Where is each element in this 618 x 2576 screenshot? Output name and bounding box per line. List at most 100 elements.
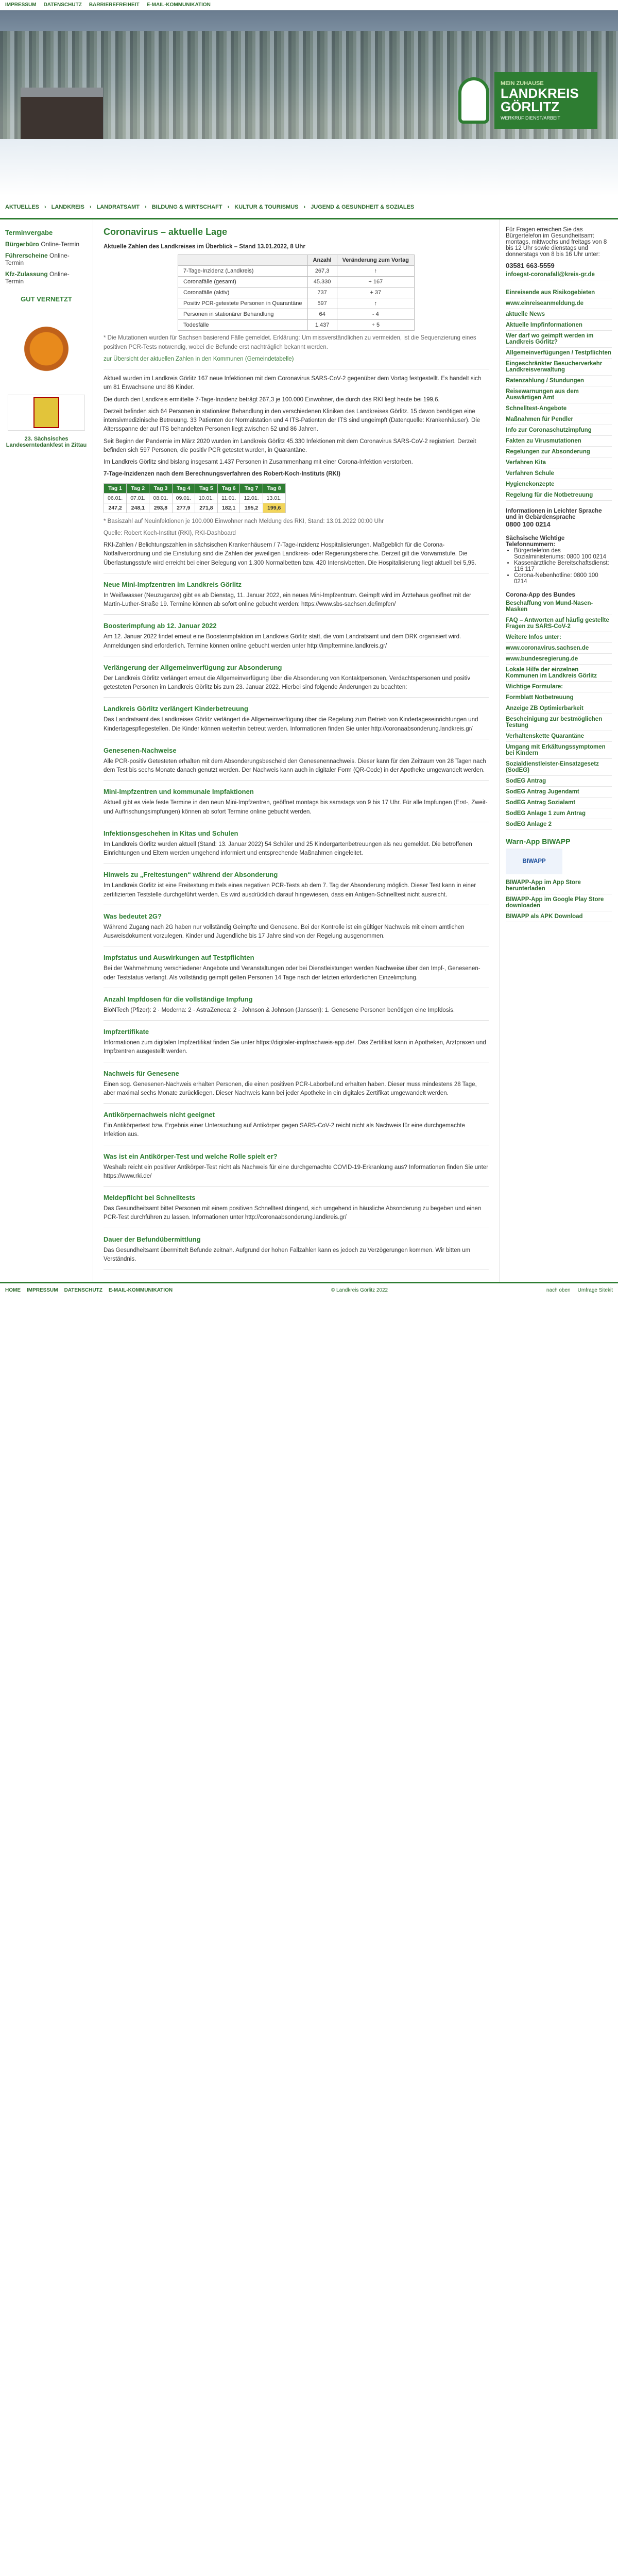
sidebar-link[interactable]: www.bundesregierung.de: [506, 654, 612, 665]
logo-line2: LANDKREIS: [501, 86, 579, 101]
sidebar-link[interactable]: Einreisende aus Risikogebieten: [506, 287, 612, 298]
sidebar-link[interactable]: www.einreiseanmeldung.de: [506, 298, 612, 309]
link-fuehrerscheine[interactable]: Führerscheine Online-Termin: [5, 252, 88, 266]
sidebar-link[interactable]: Sozialdienstleister-Einsatzgesetz (SodEG…: [506, 759, 612, 776]
sidebar-link[interactable]: Verfahren Kita: [506, 457, 612, 468]
sidebar-link[interactable]: SodEG Anlage 2: [506, 819, 612, 830]
topnav-email[interactable]: E-MAIL-KOMMUNIKATION: [147, 2, 211, 8]
sidebar-link[interactable]: Maßnahmen für Pendler: [506, 414, 612, 425]
hotline-title: Sächsische Wichtige Telefonnummern:: [506, 535, 565, 548]
landkreis-logo[interactable]: MEIN ZUHAUSE LANDKREIS GÖRLITZ WERKRUF D…: [494, 72, 597, 129]
gut-vernetzt-title: GUT VERNETZT: [21, 295, 72, 303]
divider: [104, 1020, 489, 1021]
sidebar-link[interactable]: Schnelltest-Angebote: [506, 403, 612, 414]
nav-aktuelles[interactable]: AKTUELLES: [5, 204, 39, 210]
sidebar-link[interactable]: SodEG Anlage 1 zum Antrag: [506, 808, 612, 819]
nav-landratsamt[interactable]: LANDRATSAMT: [97, 204, 140, 210]
table-note: * Die Mutationen wurden für Sachsen basi…: [104, 335, 476, 350]
section-text: BioNTech (Pfizer): 2 · Moderna: 2 · Astr…: [104, 1007, 455, 1013]
paragraph: Derzeit befinden sich 64 Personen in sta…: [104, 408, 480, 433]
divider: [104, 1103, 489, 1104]
sidebar-link[interactable]: Wichtige Formulare:: [506, 682, 612, 692]
inzidenz-table: Tag 1 Tag 2 Tag 3 Tag 4 Tag 5 Tag 6 Tag 7 Tag 8…: [103, 483, 286, 513]
section-heading: Verlängerung der Allgemeinverfügung zur …: [104, 663, 282, 671]
page-layout: Terminvergabe Bürgerbüro Online-Termin F…: [0, 219, 618, 1282]
sidebar-link[interactable]: Reisewarnungen aus dem Auswärtigen Amt: [506, 386, 612, 403]
sidebar-link[interactable]: Aktuelle Impfinformationen: [506, 320, 612, 331]
section-text: Alle PCR-positiv Getesteten erhalten mit…: [104, 758, 486, 773]
logo-icon: [458, 77, 489, 124]
sidebar-link[interactable]: Weitere Infos unter:: [506, 632, 612, 643]
nav-jugend[interactable]: JUGEND & GESUNDHEIT & SOZIALES: [311, 204, 414, 210]
biwapp-appstore-link[interactable]: BIWAPP-App im App Store herunterladen: [506, 877, 612, 894]
section-heading: Was ist ein Antikörper-Test und welche R…: [104, 1152, 278, 1160]
topnav-barrierefreiheit[interactable]: BARRIEREFREIHEIT: [89, 2, 140, 8]
nav-landkreis[interactable]: LANDKREIS: [52, 204, 84, 210]
nav-kultur[interactable]: KULTUR & TOURISMUS: [234, 204, 298, 210]
sidebar-link[interactable]: SodEG Antrag Jugendamt: [506, 787, 612, 798]
topnav-impressum[interactable]: IMPRESSUM: [5, 2, 37, 8]
section-heading: Mini-Impfzentren und kommunale Impfaktio…: [104, 788, 254, 796]
sidebar-link[interactable]: Allgemeinverfügungen / Testpflichten: [506, 348, 612, 359]
section-text: Der Landkreis Görlitz verlängert erneut …: [104, 675, 471, 690]
section-text: Am 12. Januar 2022 findet erneut eine Bo…: [104, 634, 461, 649]
sidebar-link[interactable]: Eingeschränkter Besucherverkehr Landkrei…: [506, 359, 612, 376]
sidebar-link[interactable]: www.coronavirus.sachsen.de: [506, 643, 612, 654]
stats-table: Anzahl Veränderung zum Vortag 7-Tage-Inz…: [178, 255, 415, 331]
email-link[interactable]: infoegst-coronafall@kreis-gr.de: [506, 269, 612, 280]
divider: [104, 614, 489, 615]
erntedankfest-banner[interactable]: [8, 395, 85, 431]
sidebar-link[interactable]: Regelungen zur Absonderung: [506, 447, 612, 457]
hotline-item: Kassenärztliche Bereitschaftsdienst: 116…: [514, 560, 612, 572]
logo-line3: GÖRLITZ: [501, 99, 560, 114]
phone-number[interactable]: 03581 663-5559: [506, 262, 612, 269]
sidebar-link[interactable]: Bescheinigung zur bestmöglichen Testung: [506, 714, 612, 731]
footer-home[interactable]: HOME: [5, 1287, 21, 1293]
biwapp-apk-link[interactable]: BIWAPP als APK Download: [506, 911, 612, 922]
biwapp-playstore-link[interactable]: BIWAPP-App im Google Play Store download…: [506, 894, 612, 911]
sidebar-link[interactable]: Anzeige ZB Optimierbarkeit: [506, 703, 612, 714]
nav-bildung[interactable]: BILDUNG & WIRTSCHAFT: [152, 204, 222, 210]
link-kfz[interactable]: Kfz-Zulassung Online-Termin: [5, 270, 88, 285]
footer-email[interactable]: E-MAIL-KOMMUNIKATION: [109, 1287, 173, 1293]
sidebar-link[interactable]: Lokale Hilfe der einzelnen Kommunen im L…: [506, 665, 612, 682]
link-buergerbuero[interactable]: Bürgerbüro Online-Termin: [5, 241, 88, 248]
section-text: Informationen zum digitalen Impfzertifik…: [104, 1040, 486, 1055]
sidebar-link[interactable]: Fakten zu Virusmutationen: [506, 436, 612, 447]
sidebar-link[interactable]: Formblatt Notbetreuung: [506, 692, 612, 703]
sidebar-link[interactable]: Verfahren Schule: [506, 468, 612, 479]
sidebar-link[interactable]: Regelung für die Notbetreuung: [506, 490, 612, 501]
section-heading: Landkreis Görlitz verlängert Kinderbetre…: [104, 705, 248, 713]
top-nav: IMPRESSUM DATENSCHUTZ BARRIEREFREIHEIT E…: [0, 0, 618, 10]
section-text: Im Landkreis Görlitz wurden aktuell (Sta…: [104, 841, 472, 856]
section-text: Das Gesundheitsamt bittet Personen mit e…: [104, 1206, 482, 1221]
sidebar-link[interactable]: Beschaffung von Mund-Nasen-Masken: [506, 598, 612, 615]
info-phone[interactable]: 0800 100 0214: [506, 520, 612, 528]
section-text: Einen sog. Genesenen-Nachweis erhalten P…: [104, 1081, 477, 1096]
section-heading: Was bedeutet 2G?: [104, 912, 162, 920]
back-to-top-link[interactable]: nach oben: [546, 1287, 571, 1293]
sidebar-link[interactable]: SodEG Antrag: [506, 776, 612, 787]
sidebar-link[interactable]: SodEG Antrag Sozialamt: [506, 798, 612, 808]
survey-link[interactable]: Umfrage Sitekit: [578, 1287, 613, 1293]
section-heading: Hinweis zu „Freitestungen“ während der A…: [104, 871, 278, 879]
section-text: RKI-Zahlen / Belichtungszahlen in sächsi…: [104, 542, 476, 566]
topnav-datenschutz[interactable]: DATENSCHUTZ: [44, 2, 82, 8]
sidebar-link[interactable]: FAQ – Antworten auf häufig gestellte Fra…: [506, 615, 612, 632]
sidebar-link[interactable]: Umgang mit Erkältungssymptomen bei Kinde…: [506, 742, 612, 759]
erntedankfest-caption[interactable]: 23. Sächsisches Landeserntedankfest in Z…: [5, 436, 88, 448]
sidebar-link[interactable]: Verhaltenskette Quarantäne: [506, 731, 612, 742]
sidebar-link[interactable]: aktuelle News: [506, 309, 612, 320]
buergertelefon-intro: Für Fragen erreichen Sie das Bürgertelef…: [506, 227, 607, 258]
biwapp-logo[interactable]: BIWAPP: [506, 849, 562, 874]
sidebar-link[interactable]: Info zur Coronaschutzimpfung: [506, 425, 612, 436]
sidebar-link[interactable]: Wer darf wo geimpft werden im Landkreis …: [506, 331, 612, 348]
footer-datenschutz[interactable]: DATENSCHUTZ: [64, 1287, 102, 1293]
hotline-item: Bürgertelefon des Sozialministeriums: 08…: [514, 548, 612, 560]
sidebar-link[interactable]: Ratenzahlung / Stundungen: [506, 376, 612, 386]
footer-impressum[interactable]: IMPRESSUM: [27, 1287, 58, 1293]
gemeindetabelle-link[interactable]: zur Übersicht der aktuellen Zahlen in de…: [104, 356, 294, 362]
sidebar-link[interactable]: Hygienekonzepte: [506, 479, 612, 490]
virus-icon[interactable]: [8, 310, 85, 387]
logo-line4: WERKRUF DIENST/ARBEIT: [501, 115, 561, 121]
